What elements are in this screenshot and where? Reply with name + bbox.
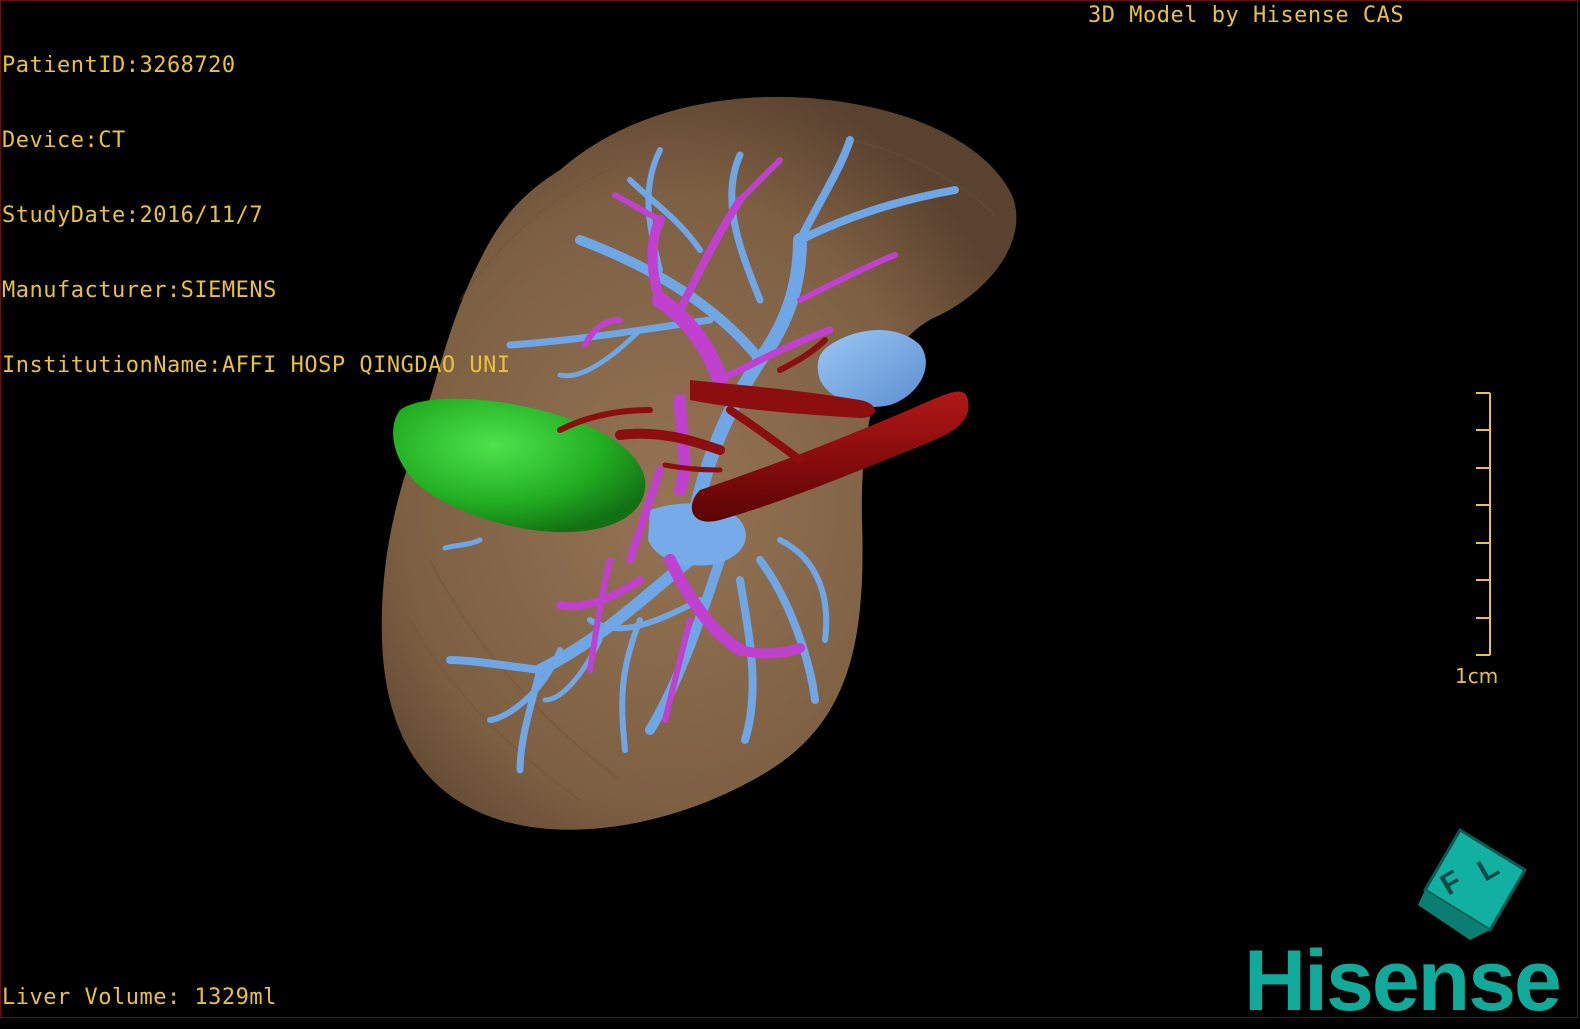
study-date-label: StudyDate:2016/11/7	[2, 203, 264, 228]
scale-bar-label: 1cm	[1455, 664, 1499, 688]
dicom-info-panel: PatientID:3268720 Device:CT StudyDate:20…	[2, 3, 511, 403]
scale-bar	[1476, 392, 1491, 656]
manufacturer-label: Manufacturer:SIEMENS	[2, 278, 277, 303]
liver-volume-label: Liver Volume: 1329ml	[2, 985, 277, 1010]
brand-logo: Hisense	[1244, 933, 1562, 1029]
orientation-cube[interactable]: F L	[1418, 827, 1528, 940]
device-label: Device:CT	[2, 128, 126, 153]
model-credit: 3D Model by Hisense CAS	[1088, 3, 1405, 28]
institution-label: InstitutionName:AFFI HOSP QINGDAO UNI	[2, 353, 511, 378]
patient-id-label: PatientID:3268720	[2, 53, 236, 78]
